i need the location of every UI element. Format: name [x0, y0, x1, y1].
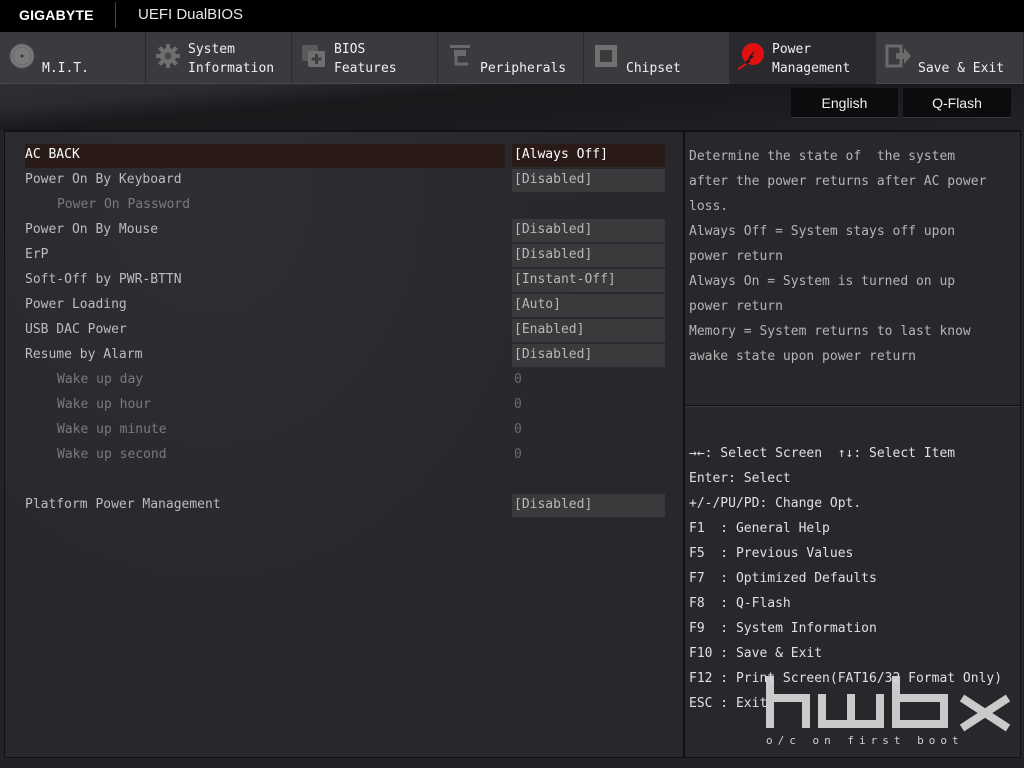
tab-label: Chipset [626, 61, 681, 76]
help-line: Always On = System is turned on up [689, 274, 956, 289]
setting-value: 0 [514, 422, 522, 437]
setting-value[interactable]: [Disabled] [512, 494, 665, 518]
selection-highlight [25, 144, 505, 168]
setting-wake-up-hour: Wake up hour 0 [25, 394, 665, 418]
setting-ac-back[interactable]: AC BACK [Always Off] [25, 144, 665, 168]
exit-door-icon [885, 44, 911, 68]
help-line: power return [689, 249, 783, 264]
key-legend: →←: Select Screen ↑↓: Select Item Enter:… [689, 441, 1002, 716]
help-line: awake state upon power return [689, 349, 916, 364]
setting-label: Resume by Alarm [25, 347, 143, 362]
setting-value: 0 [514, 397, 522, 412]
setting-value: 0 [514, 372, 522, 387]
power-lightning-icon [738, 43, 764, 70]
setting-value[interactable]: [Auto] [512, 294, 665, 318]
setting-erp[interactable]: ErP [Disabled] [25, 244, 665, 268]
setting-label: Power Loading [25, 297, 127, 312]
settings-panel: AC BACK [Always Off] Power On By Keyboar… [4, 130, 684, 758]
tab-label: M.I.T. [42, 61, 89, 76]
key-line: →←: Select Screen ↑↓: Select Item [689, 446, 956, 461]
help-line: after the power returns after AC power [689, 174, 987, 189]
tab-chipset[interactable]: Chipset [584, 32, 730, 84]
help-line: Determine the state of the system [689, 149, 956, 164]
top-bar: GIGABYTE UEFI DualBIOS [0, 0, 1024, 32]
setting-wake-up-second: Wake up second 0 [25, 444, 665, 468]
key-line: F1 : General Help [689, 521, 830, 536]
main-tabs: M.I.T. System Information BIOS Features … [0, 32, 1024, 84]
setting-value[interactable]: [Disabled] [512, 344, 665, 368]
chip-plus-icon [302, 45, 325, 67]
setting-label: Platform Power Management [25, 497, 221, 512]
setting-value[interactable]: [Disabled] [512, 219, 665, 243]
setting-soft-off-pwr-bttn[interactable]: Soft-Off by PWR-BTTN [Instant-Off] [25, 269, 665, 293]
tab-bios-features[interactable]: BIOS Features [292, 32, 438, 84]
setting-resume-by-alarm[interactable]: Resume by Alarm [Disabled] [25, 344, 665, 368]
product-title: UEFI DualBIOS [138, 6, 244, 23]
help-divider [685, 405, 1020, 407]
gear-icon [156, 44, 180, 68]
tab-label: Peripherals [480, 61, 567, 76]
setting-label: Soft-Off by PWR-BTTN [25, 272, 182, 287]
watermark-tagline: o/c on first boot [766, 734, 964, 747]
setting-value[interactable]: [Enabled] [512, 319, 665, 343]
setting-label: Power On By Keyboard [25, 172, 182, 187]
brand-logo: GIGABYTE [19, 7, 94, 23]
tab-label: BIOS Features [334, 42, 397, 76]
tab-power-management[interactable]: Power Management [730, 32, 876, 84]
setting-label: Power On By Mouse [25, 222, 159, 237]
connector-plug-icon [450, 45, 470, 66]
qflash-button[interactable]: Q-Flash [903, 88, 1011, 118]
help-line: loss. [689, 199, 729, 214]
tab-label: Save & Exit [918, 61, 1005, 76]
key-line: F5 : Previous Values [689, 546, 854, 561]
setting-label: Wake up minute [57, 422, 167, 437]
setting-wake-up-minute: Wake up minute 0 [25, 419, 665, 443]
speedometer-dial-icon [9, 43, 35, 69]
language-button[interactable]: English [791, 88, 898, 118]
help-line: power return [689, 299, 783, 314]
chipset-icon [595, 45, 617, 67]
help-line: Memory = System returns to last know [689, 324, 971, 339]
item-help-text: Determine the state of the system after … [689, 144, 986, 369]
tab-mit[interactable]: M.I.T. [0, 32, 146, 84]
key-line: F7 : Optimized Defaults [689, 571, 877, 586]
key-line: F10 : Save & Exit [689, 646, 823, 661]
setting-usb-dac-power[interactable]: USB DAC Power [Enabled] [25, 319, 665, 343]
setting-label: Wake up second [57, 447, 167, 462]
tab-system-information[interactable]: System Information [146, 32, 292, 84]
setting-label: Power On Password [57, 197, 191, 212]
tab-label: System Information [188, 42, 275, 76]
setting-value[interactable]: [Instant-Off] [512, 269, 665, 293]
setting-value[interactable]: [Always Off] [512, 144, 665, 168]
setting-power-on-by-mouse[interactable]: Power On By Mouse [Disabled] [25, 219, 665, 243]
setting-value: 0 [514, 447, 522, 462]
tab-save-exit[interactable]: Save & Exit [876, 32, 1024, 84]
key-line: Enter: Select [689, 471, 791, 486]
help-panel: Determine the state of the system after … [684, 130, 1021, 758]
tab-peripherals[interactable]: Peripherals [438, 32, 584, 84]
setting-power-on-password: Power On Password [25, 194, 665, 218]
setting-value[interactable]: [Disabled] [512, 244, 665, 268]
help-line: Always Off = System stays off upon [689, 224, 956, 239]
key-line: F8 : Q-Flash [689, 596, 791, 611]
brand-divider [115, 2, 116, 28]
setting-label: ErP [25, 247, 49, 262]
key-line: +/-/PU/PD: Change Opt. [689, 496, 862, 511]
setting-label: Wake up hour [57, 397, 151, 412]
hwbox-watermark-logo: o/c on first boot [766, 676, 1011, 747]
setting-label: AC BACK [25, 147, 80, 162]
key-line: F9 : System Information [689, 621, 877, 636]
setting-wake-up-day: Wake up day 0 [25, 369, 665, 393]
setting-value[interactable]: [Disabled] [512, 169, 665, 193]
setting-power-loading[interactable]: Power Loading [Auto] [25, 294, 665, 318]
setting-label: USB DAC Power [25, 322, 127, 337]
setting-power-on-by-keyboard[interactable]: Power On By Keyboard [Disabled] [25, 169, 665, 193]
setting-label: Wake up day [57, 372, 144, 387]
tab-label: Power Management [772, 42, 851, 76]
setting-platform-power-management[interactable]: Platform Power Management [Disabled] [25, 494, 665, 518]
